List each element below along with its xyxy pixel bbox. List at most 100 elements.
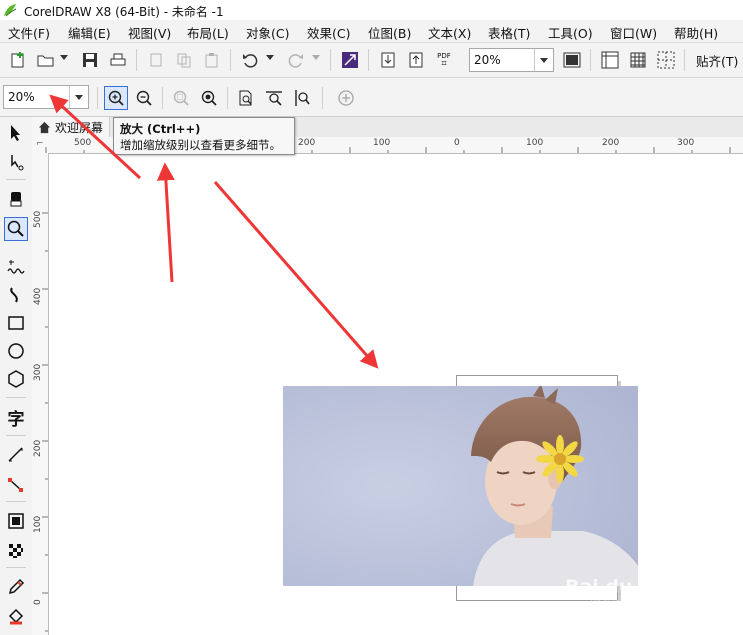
- separator: [330, 49, 331, 71]
- zoom-tool-icon[interactable]: [4, 217, 28, 241]
- search-content-icon[interactable]: [338, 48, 362, 72]
- ellipse-tool-icon[interactable]: [4, 339, 28, 363]
- drawing-canvas[interactable]: [49, 154, 743, 635]
- home-icon: [38, 121, 51, 133]
- show-grid-icon[interactable]: [626, 48, 650, 72]
- interactive-fill-tool-icon[interactable]: [4, 605, 28, 629]
- tab-welcome-label: 欢迎屏幕: [55, 120, 104, 135]
- menu-object[interactable]: 对象(C): [246, 23, 289, 42]
- publish-pdf-icon[interactable]: PDF ⌗: [432, 48, 456, 72]
- freehand-tool-icon[interactable]: [4, 255, 28, 279]
- window-title: CorelDRAW X8 (64-Bit) - 未命名 -1: [24, 5, 224, 19]
- menu-bitmaps[interactable]: 位图(B): [368, 23, 411, 42]
- artistic-media-tool-icon[interactable]: [4, 283, 28, 307]
- zoom-out-icon: [136, 90, 152, 106]
- menu-file[interactable]: 文件(F): [8, 23, 50, 42]
- parallel-dimension-tool-icon[interactable]: [4, 443, 28, 467]
- text-tool-icon[interactable]: 字: [4, 405, 28, 430]
- separator: [322, 87, 323, 109]
- undo-dropdown-arrow-icon[interactable]: [266, 55, 274, 60]
- zoom-to-page-icon: [239, 90, 252, 106]
- separator: [6, 567, 26, 568]
- zoom-level-value: 20%: [474, 53, 501, 67]
- separator: [6, 501, 26, 502]
- title-bar: CorelDRAW X8 (64-Bit) - 未命名 -1: [0, 0, 743, 20]
- tooltip-title: 放大 (Ctrl++): [120, 122, 201, 136]
- connector-tool-icon[interactable]: [4, 473, 28, 497]
- zoom-levels-dropdown-arrow-icon[interactable]: [69, 86, 88, 108]
- new-document-icon[interactable]: [6, 48, 30, 72]
- zoom-levels-combo[interactable]: 20%: [3, 85, 89, 109]
- separator: [368, 49, 369, 71]
- menu-edit[interactable]: 编辑(E): [68, 23, 111, 42]
- redo-dropdown-arrow-icon[interactable]: [312, 55, 320, 60]
- zoom-levels-value: 20%: [8, 90, 35, 104]
- zoom-in-tooltip: 放大 (Ctrl++) 增加缩放级别以查看更多细节。: [113, 117, 295, 155]
- export-icon[interactable]: [404, 48, 428, 72]
- menu-window[interactable]: 窗口(W): [610, 23, 657, 42]
- vertical-ruler[interactable]: 500 400 300 200 100 0: [32, 153, 49, 635]
- print-icon[interactable]: [106, 48, 130, 72]
- open-dropdown-arrow-icon[interactable]: [60, 55, 68, 60]
- separator: [230, 49, 231, 71]
- zoom-to-page-height-button[interactable]: [290, 86, 314, 110]
- menu-view[interactable]: 视图(V): [128, 23, 171, 42]
- zoom-level-combo[interactable]: 20%: [469, 48, 554, 72]
- add-circle-icon: [338, 90, 354, 106]
- add-button[interactable]: [334, 86, 358, 110]
- polygon-tool-icon[interactable]: [4, 367, 28, 391]
- shape-tool-icon[interactable]: [4, 151, 28, 175]
- baidu-watermark: Bai du 经验: [565, 576, 678, 598]
- open-folder-icon[interactable]: [34, 48, 58, 72]
- separator: [136, 49, 137, 71]
- portrait-photo-image: [283, 386, 638, 586]
- zoom-to-selected-button[interactable]: [169, 86, 193, 110]
- menu-bar: 文件(F) 编辑(E) 视图(V) 布局(L) 对象(C) 效果(C) 位图(B…: [0, 20, 743, 43]
- zoom-to-page-button[interactable]: [234, 86, 258, 110]
- tooltip-description: 增加缩放级别以查看更多细节。: [120, 138, 281, 152]
- separator: [6, 435, 26, 436]
- snap-to-button[interactable]: 贴齐(T): [696, 51, 738, 70]
- separator: [684, 49, 685, 71]
- cut-icon[interactable]: [144, 48, 168, 72]
- zoom-to-selected-icon: [173, 90, 189, 106]
- menu-text[interactable]: 文本(X): [428, 23, 471, 42]
- redo-icon[interactable]: [284, 48, 308, 72]
- transparency-tool-icon[interactable]: [4, 539, 28, 563]
- toolbox: 字: [0, 117, 33, 635]
- paste-icon[interactable]: [200, 48, 224, 72]
- zoom-in-icon: [108, 90, 124, 106]
- eraser-tool-icon[interactable]: [4, 187, 28, 211]
- zoom-dropdown-arrow-icon[interactable]: [534, 49, 553, 71]
- rectangle-tool-icon[interactable]: [4, 311, 28, 335]
- menu-effects[interactable]: 效果(C): [307, 23, 350, 42]
- copy-icon[interactable]: [172, 48, 196, 72]
- zoom-to-all-objects-button[interactable]: [197, 86, 221, 110]
- show-rulers-icon[interactable]: [598, 48, 622, 72]
- placed-photo[interactable]: [283, 386, 638, 586]
- save-icon[interactable]: [78, 48, 102, 72]
- menu-tools[interactable]: 工具(O): [548, 23, 593, 42]
- zoom-to-page-height-icon: [295, 90, 310, 106]
- menu-table[interactable]: 表格(T): [488, 23, 530, 42]
- drop-shadow-tool-icon[interactable]: [4, 509, 28, 533]
- yellow-flower: [536, 435, 584, 483]
- separator: [227, 87, 228, 109]
- menu-layout[interactable]: 布局(L): [187, 23, 229, 42]
- tab-welcome-screen[interactable]: 欢迎屏幕: [32, 117, 111, 137]
- zoom-in-button[interactable]: [104, 86, 128, 110]
- import-icon[interactable]: [376, 48, 400, 72]
- separator: [162, 87, 163, 109]
- pick-tool-icon[interactable]: [4, 121, 28, 145]
- separator: [97, 87, 98, 109]
- separator: [6, 179, 26, 180]
- zoom-to-page-width-button[interactable]: [262, 86, 286, 110]
- show-guidelines-icon[interactable]: [654, 48, 678, 72]
- undo-icon[interactable]: [238, 48, 262, 72]
- menu-help[interactable]: 帮助(H): [674, 23, 718, 42]
- coreldraw-logo-icon: [3, 3, 17, 17]
- eyedropper-tool-icon[interactable]: [4, 575, 28, 599]
- zoom-out-button[interactable]: [132, 86, 156, 110]
- full-screen-icon[interactable]: [560, 48, 584, 72]
- standard-toolbar: PDF ⌗ 20% 贴齐(T): [0, 43, 743, 78]
